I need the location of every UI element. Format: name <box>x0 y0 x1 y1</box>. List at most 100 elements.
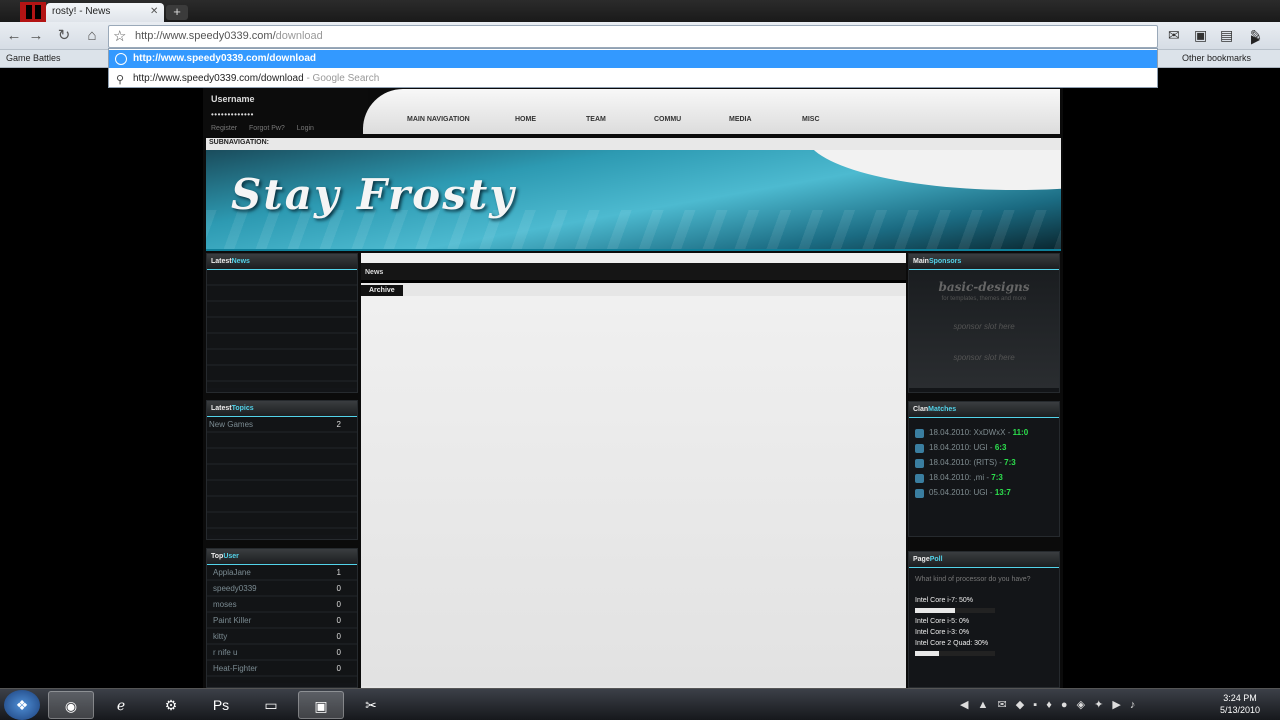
nav-misc[interactable]: MISC <box>802 116 820 123</box>
match-row[interactable]: 18.04.2010: ,mi - 7:3 <box>909 471 1059 486</box>
desktop-icon[interactable]: ▣ <box>298 691 344 719</box>
url-autocomplete: download <box>275 30 323 42</box>
omnibox[interactable]: ☆ http://www.speedy0339.com/download ▶ <box>108 25 1260 48</box>
match-score: 13:7 <box>994 488 1011 497</box>
new-tab-button[interactable]: + <box>166 5 188 20</box>
panel-header: LatestNews <box>207 254 357 270</box>
header-part2: Topics <box>231 405 254 412</box>
poll-option: Intel Core i-7: 50% <box>915 597 973 604</box>
latest-news-list <box>207 270 357 388</box>
url-input[interactable]: http://www.speedy0339.com/download <box>135 30 323 42</box>
sponsor-subtitle: for templates, themes and more <box>941 296 1027 302</box>
other-bookmarks[interactable]: Other bookmarks <box>1182 53 1251 63</box>
password-field[interactable]: ••••••••••••• <box>211 110 254 119</box>
match-score: 7:3 <box>991 473 1003 482</box>
app-menu-icon[interactable] <box>20 2 46 22</box>
list-item[interactable]: Heat-Fighter 0 <box>207 661 357 677</box>
list-item[interactable]: moses 0 <box>207 597 357 613</box>
tab-close-icon[interactable]: ✕ <box>150 6 158 17</box>
poll-bar <box>915 651 995 656</box>
panel-header: PagePoll <box>909 552 1059 568</box>
register-link[interactable]: Register <box>211 125 237 132</box>
chrome-icon[interactable]: ◉ <box>48 691 94 719</box>
website: Username ••••••••••••• Register Forgot P… <box>203 88 1063 688</box>
suggestion-search[interactable]: ⚲ http://www.speedy0339.com/download - Go… <box>109 70 1157 88</box>
steam-icon[interactable]: ⚙ <box>148 691 194 719</box>
page-poll-panel: PagePoll What kind of processor do you h… <box>908 551 1060 688</box>
sponsor-logo: basic-designs <box>938 280 1030 294</box>
poll-body: What kind of processor do you have? Inte… <box>909 568 1059 683</box>
forward-icon[interactable]: → <box>26 26 46 46</box>
photoshop-icon[interactable]: Ps <box>198 691 244 719</box>
list-item[interactable]: ApplaJane 1 <box>207 565 357 581</box>
list-item[interactable]: speedy0339 0 <box>207 581 357 597</box>
match-text: 18.04.2010: XxDWxX - <box>929 428 1013 437</box>
login-link[interactable]: Login <box>297 125 314 132</box>
bookmark-manager-icon[interactable]: ▣ <box>1194 27 1207 44</box>
snipping-icon[interactable]: ✂ <box>348 691 394 719</box>
panel-header: MainSponsors <box>909 254 1059 270</box>
omnibox-suggestions: http://www.speedy0339.com/download ⚲ http… <box>108 48 1158 88</box>
suggestion-url[interactable]: http://www.speedy0339.com/download <box>109 50 1157 68</box>
header-part2: Matches <box>928 406 957 413</box>
latest-news-panel: LatestNews <box>206 253 358 393</box>
reload-icon[interactable]: ↻ <box>54 26 74 46</box>
match-score: 7:3 <box>1004 458 1016 467</box>
poll-bar-fill <box>915 651 939 656</box>
poll-bar-fill <box>915 608 955 613</box>
nav-commu[interactable]: COMMU <box>654 116 681 123</box>
nav-home[interactable]: HOME <box>515 116 536 123</box>
list-item[interactable]: r nife u 0 <box>207 645 357 661</box>
ie-icon[interactable]: ℯ <box>98 691 144 719</box>
url-typed-text: http://www.speedy0339.com/ <box>135 30 276 42</box>
list-item[interactable]: New Games 2 <box>207 417 357 433</box>
site-banner: Stay Frosty <box>206 150 1061 251</box>
match-row[interactable]: 18.04.2010: UGI - 6:3 <box>909 441 1059 456</box>
bookmark-game-battles[interactable]: Game Battles <box>6 53 61 63</box>
forgot-password-link[interactable]: Forgot Pw? <box>249 125 285 132</box>
login-links: Register Forgot Pw? Login <box>211 125 324 132</box>
user-name: ApplaJane <box>213 568 251 577</box>
start-button[interactable]: ❖ <box>4 690 40 720</box>
system-tray[interactable]: ◀ ▲ ✉ ◆ ▪ ♦ ● ◈ ✦ ▶ ♪ <box>960 698 1138 711</box>
match-row[interactable]: 18.04.2010: XxDWxX - 11:0 <box>909 426 1059 441</box>
suggestion-url-text: http://www.speedy0339.com/download <box>133 53 316 64</box>
page-menu-icon[interactable]: ▤ <box>1220 27 1233 44</box>
list-item[interactable]: Paint Killer 0 <box>207 613 357 629</box>
top-user-list: ApplaJane 1 speedy0339 0 moses 0 Paint Kill… <box>207 565 357 683</box>
content-spacer <box>361 253 906 263</box>
sponsor-area[interactable]: basic-designs for templates, themes and … <box>909 270 1059 388</box>
banner-curve <box>806 150 1061 190</box>
clock[interactable]: 3:24 PM 5/13/2010 <box>1212 692 1268 716</box>
username-field[interactable]: Username <box>211 94 255 104</box>
user-name: kitty <box>213 632 228 641</box>
match-row[interactable]: 18.04.2010: (RITS) - 7:3 <box>909 456 1059 471</box>
back-icon[interactable]: ← <box>4 26 24 46</box>
list-item[interactable]: kitty 0 <box>207 629 357 645</box>
game-icon <box>915 474 924 483</box>
folder-icon[interactable]: ▭ <box>248 691 294 719</box>
clan-matches-panel: ClanMatches 18.04.2010: XxDWxX - 11:0 18… <box>908 401 1060 537</box>
top-user-panel: TopUser ApplaJane 1 speedy0339 0 moses 0 Pa… <box>206 548 358 688</box>
poll-option: Intel Core i-5: 0% <box>915 618 970 625</box>
header-part1: Top <box>211 553 224 560</box>
content-area: News Archive <box>361 253 906 688</box>
match-row[interactable]: 05.04.2010: UGI - 13:7 <box>909 486 1059 501</box>
browser-tab[interactable]: rosty! - News <box>46 3 164 22</box>
header-part1: Clan <box>913 406 929 413</box>
nav-media[interactable]: MEDIA <box>729 116 752 123</box>
match-text: 05.04.2010: UGI - <box>929 488 995 497</box>
wrench-icon[interactable]: ✎ <box>1250 27 1262 44</box>
nav-team[interactable]: TEAM <box>586 116 606 123</box>
news-header: News <box>361 263 906 283</box>
star-icon[interactable]: ☆ <box>113 27 126 45</box>
poll-option: Intel Core i-3: 0% <box>915 629 970 636</box>
mail-icon[interactable]: ✉ <box>1168 27 1180 44</box>
home-icon[interactable]: ⌂ <box>82 26 102 46</box>
user-count: 0 <box>336 648 341 657</box>
topic-title: New Games <box>209 420 254 429</box>
archive-tab[interactable]: Archive <box>361 285 403 296</box>
header-part1: Main <box>913 258 929 265</box>
suggestion-search-url: http://www.speedy0339.com/download <box>133 73 304 84</box>
match-score: 6:3 <box>994 443 1007 452</box>
